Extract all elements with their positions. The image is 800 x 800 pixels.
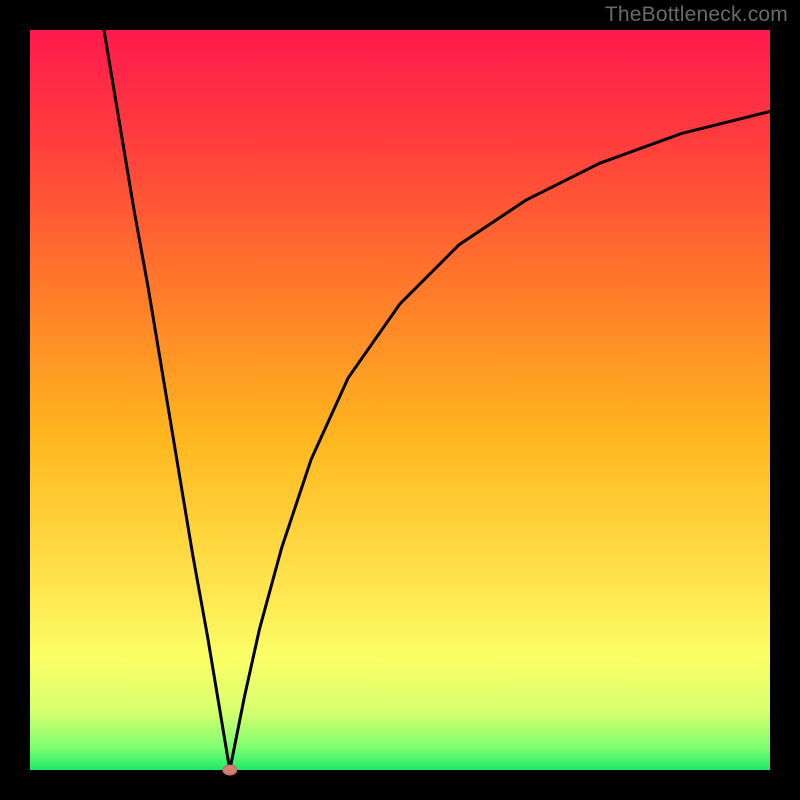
minimum-marker — [223, 765, 237, 775]
chart-canvas — [0, 0, 800, 800]
attribution-text: TheBottleneck.com — [605, 3, 788, 27]
outer-frame: TheBottleneck.com — [0, 0, 800, 800]
